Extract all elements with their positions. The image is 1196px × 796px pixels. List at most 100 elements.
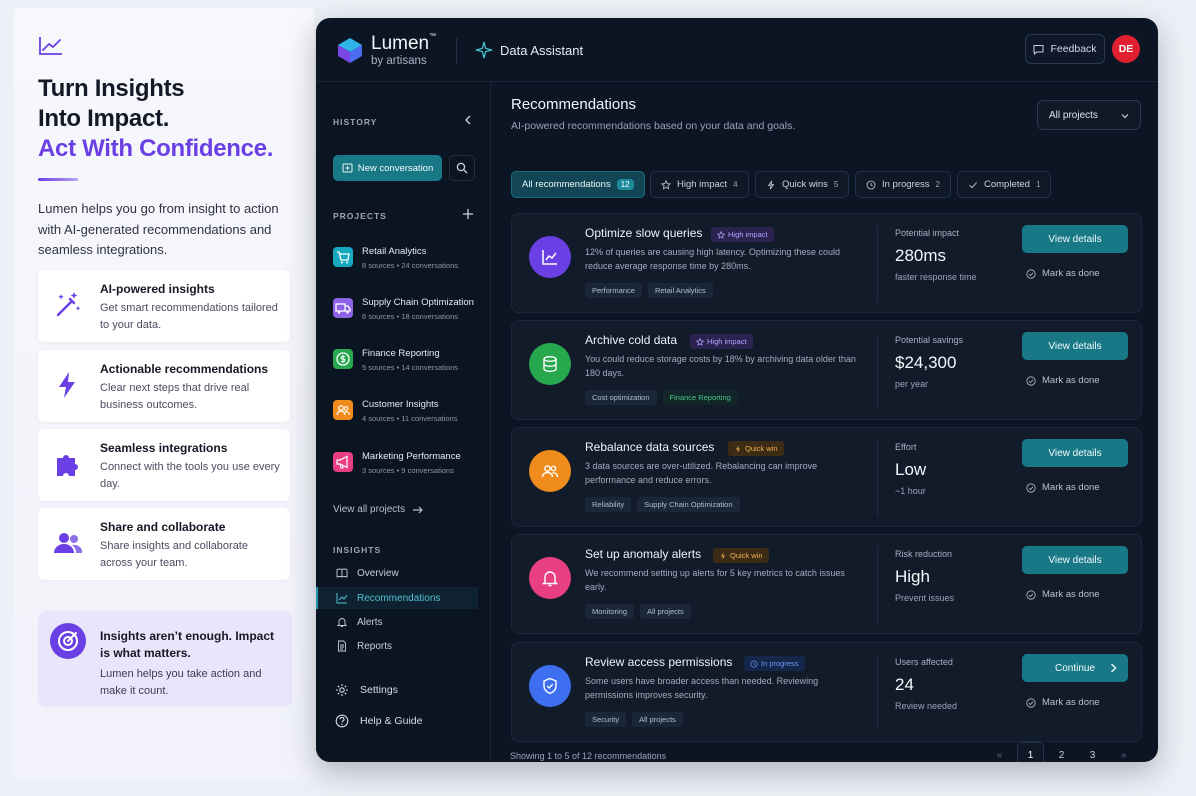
project-item-marketing-performance[interactable]: Marketing Performance 3 sources • 9 conv… <box>333 449 483 483</box>
sparkle-icon <box>475 41 493 59</box>
project-meta: 3 sources • 9 conversations <box>362 466 454 475</box>
in-progress-tag: In progress <box>744 656 805 671</box>
nav-help-guide[interactable]: Help & Guide <box>335 711 422 731</box>
filter-label: Completed <box>984 179 1030 190</box>
clock-icon <box>866 180 876 189</box>
check-icon <box>969 181 977 188</box>
bell-icon <box>529 557 571 599</box>
project-name: Retail Analytics <box>362 246 427 257</box>
pagination-page-1[interactable]: 1 <box>1017 742 1044 762</box>
mark-as-done-button[interactable]: Mark as done <box>1026 482 1100 493</box>
mark-as-done-button[interactable]: Mark as done <box>1026 589 1100 600</box>
user-avatar[interactable]: DE <box>1112 35 1140 63</box>
pagination-page-3[interactable]: 3 <box>1079 742 1106 762</box>
view-details-button[interactable]: View details <box>1022 332 1128 360</box>
intro-text: Lumen helps you go from insight to actio… <box>38 201 279 257</box>
mark-as-done-button[interactable]: Mark as done <box>1026 268 1100 279</box>
pagination-next-icon[interactable]: » <box>1110 742 1137 762</box>
project-item-finance-reporting[interactable]: Finance Reporting 5 sources • 14 convers… <box>333 346 483 380</box>
continue-button[interactable]: Continue <box>1022 654 1128 682</box>
new-conversation-button[interactable]: New conversation <box>333 155 442 181</box>
metric-label: Effort <box>895 442 917 452</box>
filter-in-progress[interactable]: In progress 2 <box>855 171 951 198</box>
nav-overview[interactable]: Overview <box>316 562 478 584</box>
history-label: HISTORY <box>333 117 378 127</box>
chevron-left-icon[interactable] <box>462 114 474 126</box>
search-button[interactable] <box>449 155 475 181</box>
view-all-projects-link[interactable]: View all projects <box>333 504 424 515</box>
feature-desc: Share insights and collaborate across yo… <box>100 540 248 569</box>
new-chat-icon <box>342 163 353 172</box>
filter-completed[interactable]: Completed 1 <box>957 171 1052 198</box>
pagination: « 1 2 3 » <box>986 742 1137 762</box>
tag-label: High impact <box>707 337 747 346</box>
mark-as-done-button[interactable]: Mark as done <box>1026 697 1100 708</box>
nav-reports[interactable]: Reports <box>316 635 478 657</box>
view-details-button[interactable]: View details <box>1022 439 1128 467</box>
check-circle-icon <box>1026 375 1036 386</box>
card-chips: Reliability Supply Chain Optimization <box>585 497 740 512</box>
project-item-customer-insights[interactable]: Customer Insights 4 sources • 11 convers… <box>333 397 483 431</box>
feedback-button[interactable]: Feedback <box>1025 34 1105 64</box>
magic-wand-icon <box>56 292 81 317</box>
main-content: Recommendations AI-powered recommendatio… <box>492 83 1158 762</box>
impact-callout: Insights aren’t enough. Impact is what m… <box>38 611 292 707</box>
nav-label: Recommendations <box>357 592 441 604</box>
filter-quick-wins[interactable]: Quick wins 5 <box>755 171 850 198</box>
filter-high-impact[interactable]: High impact 4 <box>650 171 749 198</box>
view-details-button[interactable]: View details <box>1022 546 1128 574</box>
mark-as-done-button[interactable]: Mark as done <box>1026 375 1100 386</box>
callout-title: Insights aren’t enough. Impact is what m… <box>100 629 275 660</box>
bell-icon <box>336 618 348 627</box>
feature-card-integrations: Seamless integrations Connect with the t… <box>38 429 290 501</box>
chip: Cost optimization <box>585 390 657 405</box>
lightning-icon <box>767 180 775 189</box>
recommendation-card-optimize-queries: Optimize slow queries High impact 12% of… <box>511 213 1142 313</box>
gear-icon <box>336 684 348 696</box>
card-description: We recommend setting up alerts for 5 key… <box>585 568 845 592</box>
puzzle-icon <box>57 455 78 476</box>
metric-sub: ~1 hour <box>895 486 926 496</box>
project-item-supply-chain[interactable]: Supply Chain Optimization 6 sources • 18… <box>333 295 483 329</box>
callout-desc: Lumen helps you take action and make it … <box>100 668 262 697</box>
card-title: Optimize slow queries <box>585 226 703 240</box>
feature-card-actionable: Actionable recommendations Clear next st… <box>38 350 290 422</box>
project-item-retail-analytics[interactable]: Retail Analytics 8 sources • 24 conversa… <box>333 244 483 278</box>
mark-label: Mark as done <box>1042 482 1100 493</box>
search-icon <box>456 162 468 174</box>
feature-card-ai-insights: AI-powered insights Get smart recommenda… <box>38 270 290 342</box>
nav-alerts[interactable]: Alerts <box>316 611 478 633</box>
chevron-right-icon <box>1111 663 1117 673</box>
project-select[interactable]: All projects <box>1037 100 1141 130</box>
nav-settings[interactable]: Settings <box>335 680 398 700</box>
quick-win-tag: Quick win <box>728 441 784 456</box>
view-details-button[interactable]: View details <box>1022 225 1128 253</box>
assistant-title: Data Assistant <box>500 43 584 58</box>
tag-label: In progress <box>761 659 799 668</box>
headline: Turn Insights Into Impact. Act With Conf… <box>38 74 273 164</box>
filter-all-recommendations[interactable]: All recommendations 12 <box>511 171 645 198</box>
add-project-icon[interactable] <box>462 208 474 220</box>
nav-recommendations[interactable]: Recommendations <box>316 587 478 609</box>
page-title: Recommendations <box>511 96 637 113</box>
pagination-page-2[interactable]: 2 <box>1048 742 1075 762</box>
lightning-icon <box>59 372 75 398</box>
check-circle-icon <box>1026 697 1036 708</box>
project-meta: 5 sources • 14 conversations <box>362 363 459 372</box>
app-window: Lumen™ by artisans Data Assistant Feedba… <box>316 18 1158 762</box>
chip: Reliability <box>585 497 632 512</box>
chip: All projects <box>640 604 691 619</box>
mark-label: Mark as done <box>1042 697 1100 708</box>
card-description: Some users have broader access than need… <box>585 676 819 700</box>
projects-label: PROJECTS <box>333 211 387 221</box>
star-icon <box>661 179 671 190</box>
project-name: Finance Reporting <box>362 348 440 359</box>
impact-tag: High impact <box>690 334 753 349</box>
filter-count: 2 <box>935 180 940 189</box>
lightning-icon <box>721 552 725 559</box>
brand-subtitle: by artisans <box>371 55 427 67</box>
database-icon <box>529 343 571 385</box>
feature-title: AI-powered insights <box>100 282 215 296</box>
metric-label: Potential impact <box>895 228 960 238</box>
pagination-prev-icon[interactable]: « <box>986 742 1013 762</box>
